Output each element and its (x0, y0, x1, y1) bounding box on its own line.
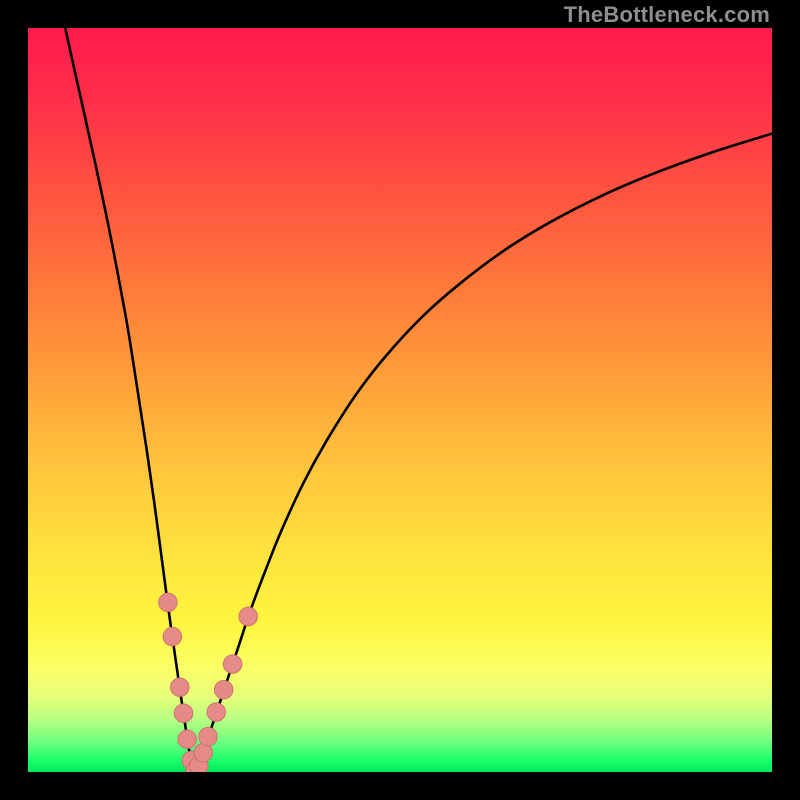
data-marker (159, 593, 178, 612)
plot-area (28, 28, 772, 772)
data-marker (174, 704, 193, 723)
data-marker (214, 680, 233, 699)
data-marker (163, 627, 182, 646)
data-markers (159, 593, 258, 772)
data-marker (239, 607, 258, 626)
watermark-label: TheBottleneck.com (564, 2, 770, 28)
data-marker (178, 730, 197, 749)
data-marker (199, 727, 218, 746)
curve-right (195, 134, 772, 772)
curve-left (65, 28, 195, 772)
outer-frame: TheBottleneck.com (0, 0, 800, 800)
chart-canvas (28, 28, 772, 772)
data-marker (170, 678, 189, 697)
data-marker (223, 655, 242, 674)
data-marker (207, 703, 226, 722)
